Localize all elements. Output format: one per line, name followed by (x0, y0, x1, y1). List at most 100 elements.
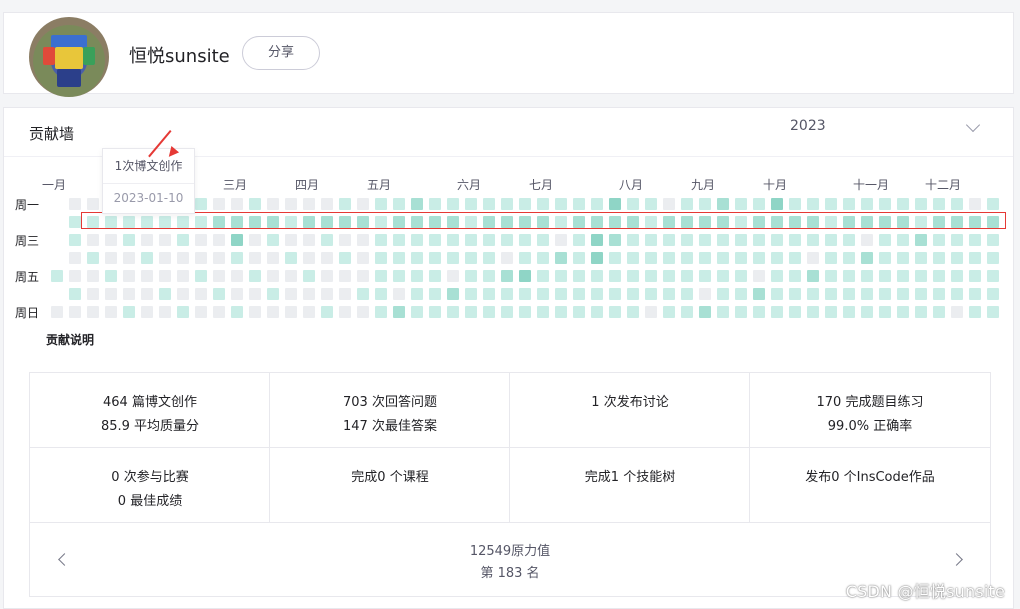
contribution-cell[interactable] (771, 270, 783, 282)
contribution-cell[interactable] (285, 252, 297, 264)
contribution-cell[interactable] (429, 252, 441, 264)
contribution-cell[interactable] (105, 234, 117, 246)
contribution-cell[interactable] (735, 252, 747, 264)
contribution-cell[interactable] (753, 252, 765, 264)
share-button[interactable]: 分享 (242, 36, 320, 70)
contribution-cell[interactable] (591, 288, 603, 300)
contribution-cell[interactable] (429, 198, 441, 210)
contribution-cell[interactable] (321, 306, 333, 318)
contribution-cell[interactable] (933, 288, 945, 300)
contribution-cell[interactable] (357, 306, 369, 318)
contribution-cell[interactable] (141, 270, 153, 282)
contribution-cell[interactable] (141, 288, 153, 300)
contribution-cell[interactable] (87, 198, 99, 210)
contribution-cell[interactable] (627, 270, 639, 282)
contribution-cell[interactable] (519, 288, 531, 300)
contribution-cell[interactable] (177, 306, 189, 318)
contribution-cell[interactable] (249, 306, 261, 318)
contribution-cell[interactable] (249, 252, 261, 264)
contribution-cell[interactable] (609, 252, 621, 264)
contribution-cell[interactable] (69, 234, 81, 246)
contribution-cell[interactable] (753, 306, 765, 318)
contribution-cell[interactable] (861, 198, 873, 210)
contribution-cell[interactable] (663, 252, 675, 264)
contribution-cell[interactable] (843, 288, 855, 300)
contribution-cell[interactable] (825, 306, 837, 318)
contribution-cell[interactable] (195, 198, 207, 210)
contribution-cell[interactable] (861, 306, 873, 318)
contribution-cell[interactable] (483, 234, 495, 246)
contribution-cell[interactable] (321, 270, 333, 282)
contribution-cell[interactable] (987, 252, 999, 264)
contribution-cell[interactable] (555, 288, 567, 300)
contribution-cell[interactable] (933, 198, 945, 210)
contribution-cell[interactable] (321, 252, 333, 264)
contribution-cell[interactable] (681, 270, 693, 282)
contribution-cell[interactable] (555, 234, 567, 246)
contribution-cell[interactable] (735, 306, 747, 318)
contribution-cell[interactable] (915, 198, 927, 210)
contribution-cell[interactable] (465, 270, 477, 282)
contribution-cell[interactable] (645, 198, 657, 210)
contribution-cell[interactable] (987, 288, 999, 300)
contribution-cell[interactable] (339, 288, 351, 300)
contribution-cell[interactable] (321, 216, 333, 228)
contribution-cell[interactable] (879, 198, 891, 210)
contribution-cell[interactable] (483, 216, 495, 228)
contribution-cell[interactable] (969, 198, 981, 210)
contribution-cell[interactable] (555, 198, 567, 210)
contribution-cell[interactable] (933, 306, 945, 318)
contribution-cell[interactable] (879, 306, 891, 318)
contribution-cell[interactable] (573, 288, 585, 300)
contribution-cell[interactable] (141, 306, 153, 318)
contribution-cell[interactable] (861, 252, 873, 264)
contribution-cell[interactable] (969, 288, 981, 300)
contribution-cell[interactable] (177, 270, 189, 282)
contribution-cell[interactable] (429, 234, 441, 246)
contribution-cell[interactable] (789, 216, 801, 228)
contribution-cell[interactable] (393, 198, 405, 210)
contribution-cell[interactable] (735, 216, 747, 228)
contribution-cell[interactable] (249, 216, 261, 228)
contribution-cell[interactable] (789, 252, 801, 264)
contribution-cell[interactable] (285, 288, 297, 300)
contribution-cell[interactable] (861, 288, 873, 300)
contribution-cell[interactable] (627, 288, 639, 300)
contribution-cell[interactable] (555, 270, 567, 282)
contribution-cell[interactable] (303, 198, 315, 210)
contribution-cell[interactable] (933, 252, 945, 264)
contribution-cell[interactable] (303, 306, 315, 318)
contribution-explain-link[interactable]: 贡献说明 (46, 331, 94, 348)
contribution-cell[interactable] (681, 198, 693, 210)
contribution-cell[interactable] (591, 252, 603, 264)
contribution-cell[interactable] (465, 306, 477, 318)
contribution-cell[interactable] (555, 306, 567, 318)
contribution-cell[interactable] (735, 288, 747, 300)
contribution-cell[interactable] (393, 270, 405, 282)
contribution-cell[interactable] (483, 252, 495, 264)
contribution-cell[interactable] (915, 216, 927, 228)
contribution-cell[interactable] (87, 288, 99, 300)
contribution-cell[interactable] (987, 270, 999, 282)
contribution-cell[interactable] (879, 234, 891, 246)
contribution-cell[interactable] (807, 216, 819, 228)
contribution-cell[interactable] (951, 234, 963, 246)
contribution-cell[interactable] (951, 306, 963, 318)
contribution-cell[interactable] (285, 198, 297, 210)
contribution-cell[interactable] (789, 234, 801, 246)
contribution-cell[interactable] (321, 234, 333, 246)
contribution-cell[interactable] (249, 288, 261, 300)
contribution-cell[interactable] (771, 306, 783, 318)
contribution-cell[interactable] (753, 288, 765, 300)
contribution-cell[interactable] (663, 270, 675, 282)
contribution-cell[interactable] (177, 252, 189, 264)
contribution-cell[interactable] (141, 216, 153, 228)
contribution-cell[interactable] (105, 288, 117, 300)
contribution-cell[interactable] (537, 306, 549, 318)
contribution-cell[interactable] (807, 270, 819, 282)
contribution-cell[interactable] (303, 270, 315, 282)
contribution-cell[interactable] (159, 252, 171, 264)
contribution-cell[interactable] (429, 288, 441, 300)
contribution-cell[interactable] (501, 252, 513, 264)
contribution-cell[interactable] (555, 252, 567, 264)
